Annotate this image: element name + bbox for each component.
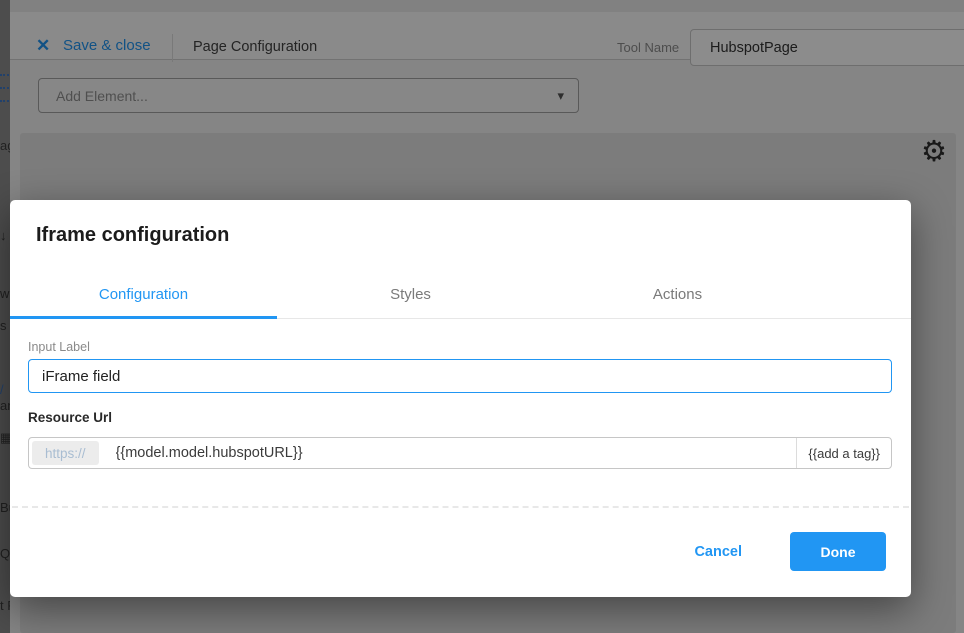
input-label-label: Input Label [28,340,90,354]
done-button[interactable]: Done [790,532,886,571]
resource-url-field: https:// {{add a tag}} [28,437,892,469]
dashed-divider [12,506,909,508]
add-tag-button[interactable]: {{add a tag}} [796,438,891,468]
iframe-configuration-dialog: Iframe configuration Configuration Style… [10,200,911,597]
dialog-tabs: Configuration Styles Actions [10,270,911,319]
tab-styles[interactable]: Styles [277,270,544,318]
resource-url-label: Resource Url [28,410,112,425]
dialog-actions: Cancel Done [694,532,886,571]
input-label-field[interactable] [28,359,892,393]
resource-url-input[interactable] [102,438,797,468]
cancel-button[interactable]: Cancel [694,544,742,560]
protocol-prefix-chip: https:// [32,441,99,465]
tab-configuration[interactable]: Configuration [10,270,277,318]
dialog-title: Iframe configuration [36,224,229,247]
tab-actions[interactable]: Actions [544,270,811,318]
